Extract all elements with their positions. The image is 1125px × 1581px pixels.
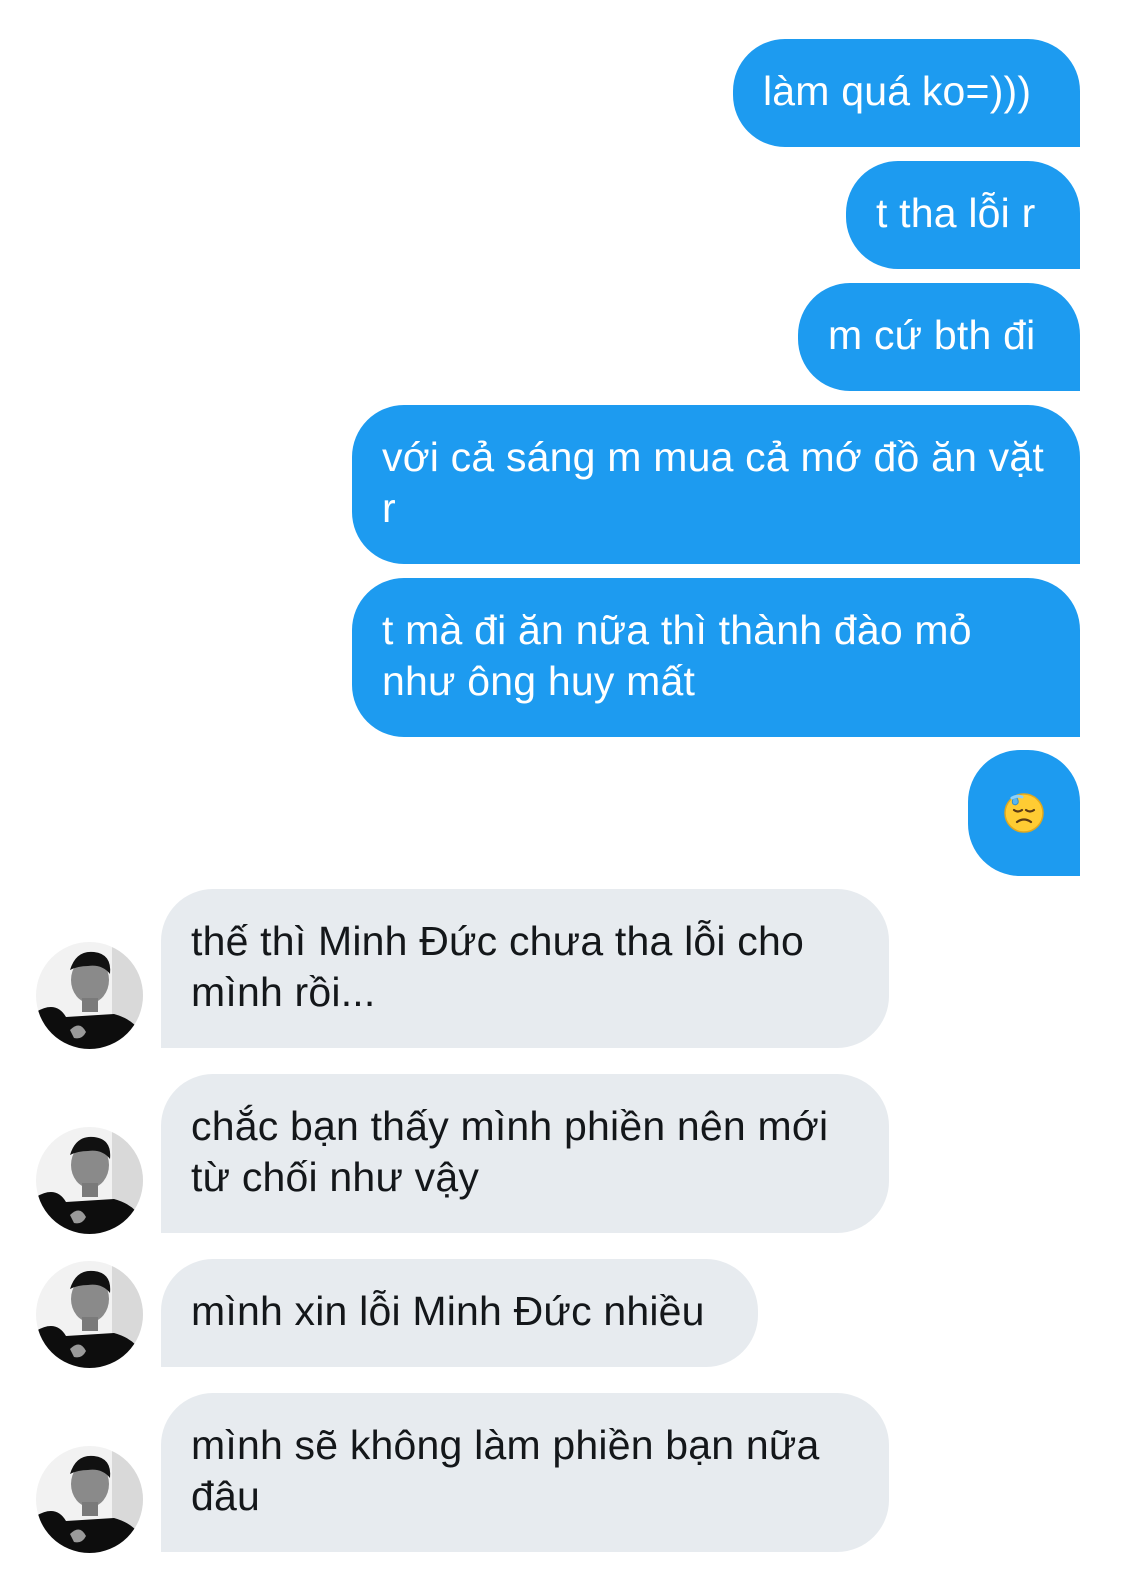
received-message-bubble[interactable]: thế thì Minh Đức chưa tha lỗi cho mình r…	[161, 889, 889, 1048]
avatar[interactable]	[36, 942, 143, 1049]
message-text: làm quá ko=)))	[763, 68, 1032, 114]
sent-emoji-bubble[interactable]	[968, 750, 1080, 876]
received-message-bubble[interactable]: chắc bạn thấy mình phiền nên mới từ chối…	[161, 1074, 889, 1233]
sent-message-bubble[interactable]: với cả sáng m mua cả mớ đồ ăn vặt r	[352, 405, 1080, 564]
message-text: mình sẽ không làm phiền bạn nữa đâu	[191, 1422, 820, 1519]
sent-message-bubble[interactable]: t mà đi ăn nữa thì thành đào mỏ như ông …	[352, 578, 1080, 737]
downcast-face-with-sweat-icon	[1004, 793, 1044, 833]
avatar[interactable]	[36, 1446, 143, 1553]
sent-message-bubble[interactable]: m cứ bth đi	[798, 283, 1080, 391]
message-text: t tha lỗi r	[876, 190, 1036, 236]
received-message-bubble[interactable]: mình sẽ không làm phiền bạn nữa đâu	[161, 1393, 889, 1552]
message-text: thế thì Minh Đức chưa tha lỗi cho mình r…	[191, 918, 805, 1015]
avatar[interactable]	[36, 1261, 143, 1368]
message-text: chắc bạn thấy mình phiền nên mới từ chối…	[191, 1103, 829, 1200]
message-text: với cả sáng m mua cả mớ đồ ăn vặt r	[382, 434, 1044, 531]
message-text: m cứ bth đi	[828, 312, 1036, 358]
sent-message-bubble[interactable]: t tha lỗi r	[846, 161, 1080, 269]
message-text: mình xin lỗi Minh Đức nhiều	[191, 1288, 705, 1334]
avatar[interactable]	[36, 1127, 143, 1234]
message-text: t mà đi ăn nữa thì thành đào mỏ như ông …	[382, 607, 972, 704]
received-message-bubble[interactable]: mình xin lỗi Minh Đức nhiều	[161, 1259, 758, 1367]
sent-message-bubble[interactable]: làm quá ko=)))	[733, 39, 1080, 147]
conversation-thread: làm quá ko=))) t tha lỗi r m cứ bth đi v…	[0, 0, 1125, 1581]
